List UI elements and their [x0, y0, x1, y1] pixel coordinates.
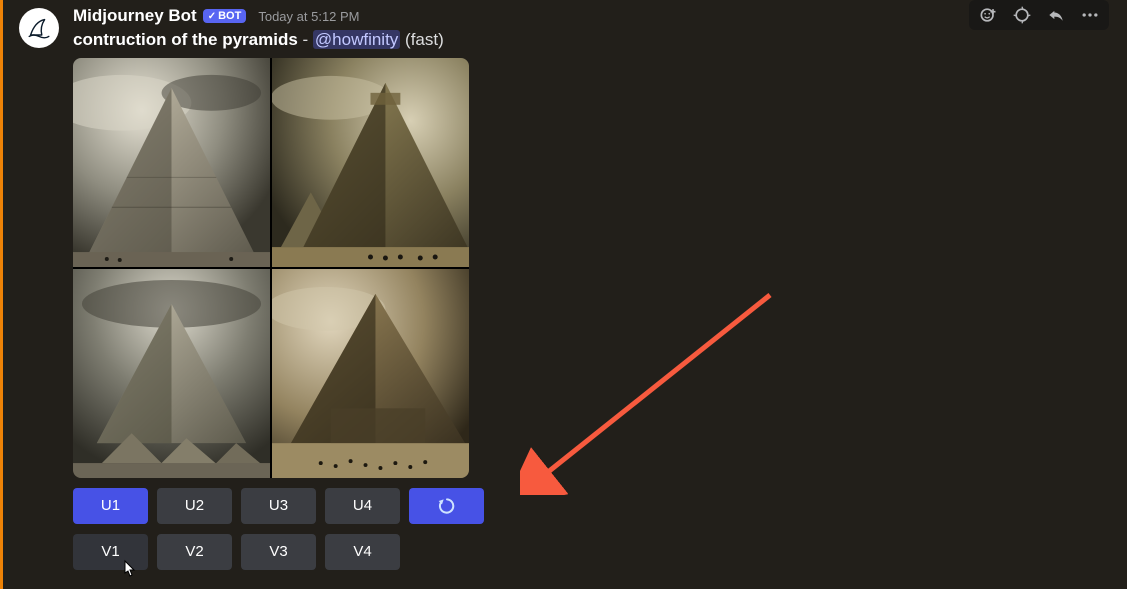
add-reaction-icon[interactable]	[977, 4, 999, 26]
u4-button[interactable]: U4	[325, 488, 400, 524]
image-cell-4[interactable]	[272, 269, 469, 478]
message-text: contruction of the pyramids - @howfinity…	[73, 28, 1111, 52]
prompt-text: contruction of the pyramids	[73, 30, 298, 49]
v3-button[interactable]: V3	[241, 534, 316, 570]
reroll-button[interactable]	[409, 488, 484, 524]
u3-button[interactable]: U3	[241, 488, 316, 524]
generated-image-grid[interactable]	[73, 58, 469, 478]
u2-button[interactable]: U2	[157, 488, 232, 524]
discord-message: Midjourney Bot ✓ BOT Today at 5:12 PM co…	[0, 0, 1127, 589]
v2-button[interactable]: V2	[157, 534, 232, 570]
message-content: Midjourney Bot ✓ BOT Today at 5:12 PM co…	[73, 6, 1111, 589]
image-cell-2[interactable]	[272, 58, 469, 267]
mode-suffix: (fast)	[400, 30, 443, 49]
message-hover-actions	[969, 0, 1109, 30]
avatar[interactable]	[19, 8, 59, 48]
separator: -	[298, 30, 313, 49]
v4-button[interactable]: V4	[325, 534, 400, 570]
v1-button[interactable]: V1	[73, 534, 148, 570]
bot-badge: ✓ BOT	[203, 9, 247, 23]
user-mention[interactable]: @howfinity	[313, 30, 400, 49]
message-header: Midjourney Bot ✓ BOT Today at 5:12 PM	[73, 6, 1111, 26]
reply-icon[interactable]	[1045, 4, 1067, 26]
bot-badge-label: BOT	[218, 10, 241, 22]
image-cell-3[interactable]	[73, 269, 270, 478]
super-reaction-icon[interactable]	[1011, 4, 1033, 26]
author-name[interactable]: Midjourney Bot	[73, 6, 197, 26]
upscale-row: U1 U2 U3 U4	[73, 488, 1111, 524]
refresh-icon	[437, 496, 457, 516]
variation-row: V1 V2 V3 V4	[73, 534, 1111, 570]
u1-button[interactable]: U1	[73, 488, 148, 524]
midjourney-logo-icon	[25, 14, 53, 42]
image-cell-1[interactable]	[73, 58, 270, 267]
more-icon[interactable]	[1079, 4, 1101, 26]
timestamp: Today at 5:12 PM	[258, 9, 359, 24]
verified-check-icon: ✓	[208, 11, 216, 22]
